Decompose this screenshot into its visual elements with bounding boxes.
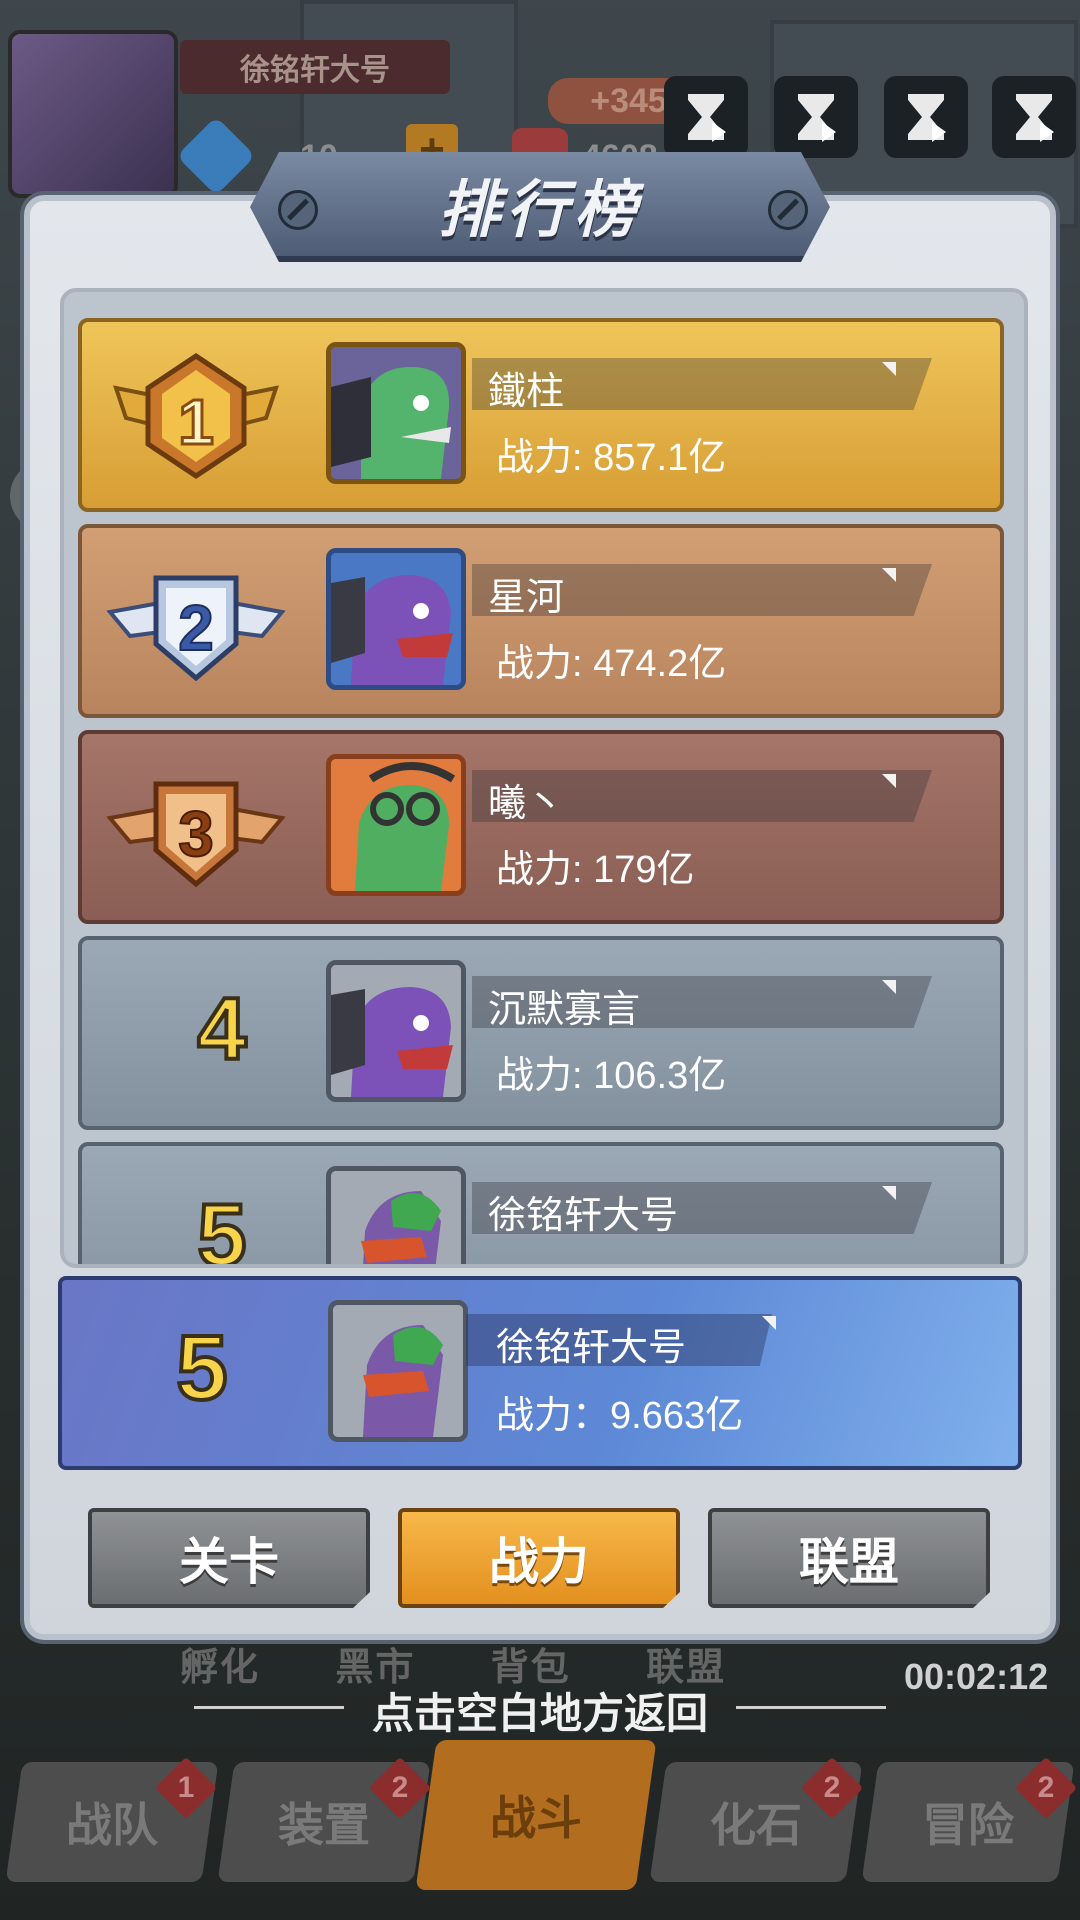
expand-triangle-icon: [882, 980, 896, 994]
player-power: 战力: 179亿: [496, 849, 695, 891]
ranking-row-1[interactable]: 1 鐵柱 战力: 857.1亿: [78, 318, 1004, 512]
speed-hourglass-button[interactable]: [774, 76, 858, 158]
nav-label: 冒险: [922, 1799, 1014, 1851]
self-name: 徐铭轩大号: [496, 1327, 687, 1369]
player-name: 徐铭轩大号: [180, 40, 450, 94]
rank-number: 4: [196, 977, 249, 1080]
player-power: 战力: 474.2亿: [496, 643, 727, 685]
player-name: 鐵柱: [488, 371, 565, 413]
svg-text:1: 1: [178, 386, 214, 458]
expand-triangle-icon: [882, 568, 896, 582]
expand-triangle-icon: [882, 1186, 896, 1200]
ranking-row-3[interactable]: 3 曦丶 战力: 179亿: [78, 730, 1004, 924]
purple-raptor-avatar[interactable]: [326, 960, 466, 1102]
speed-hourglass-button[interactable]: [664, 76, 748, 158]
ranking-title-banner: 排行榜: [250, 152, 830, 262]
nav-label: 战队: [66, 1799, 158, 1851]
hourglass-icon: [798, 94, 836, 142]
speed-hourglass-button[interactable]: [884, 76, 968, 158]
expand-triangle-icon: [762, 1316, 776, 1330]
return-hint: 点击空白地方返回: [371, 1690, 708, 1737]
player-power: 战力: 857.1亿: [496, 437, 727, 479]
hourglass-icon: [688, 94, 726, 142]
self-avatar[interactable]: [328, 1300, 468, 1442]
speed-hourglass-button[interactable]: [992, 76, 1076, 158]
tab-alliance[interactable]: 联盟: [708, 1508, 990, 1608]
player-name: 星河: [488, 577, 565, 619]
player-power: 战力: 106.3亿: [496, 1055, 727, 1097]
nav-battle[interactable]: 战斗: [415, 1740, 657, 1890]
ranking-row-5[interactable]: 5 徐铭轩大号: [78, 1142, 1004, 1268]
screw-icon: [768, 190, 808, 230]
ranking-row-4[interactable]: 4 沉默寡言 战力: 106.3亿: [78, 936, 1004, 1130]
notification-badge: 2: [368, 1756, 432, 1820]
self-ranking-row: 5 徐铭轩大号 战力：9.663亿: [58, 1276, 1022, 1470]
expand-triangle-icon: [882, 774, 896, 788]
notification-badge: 1: [154, 1756, 218, 1820]
svg-text:3: 3: [178, 798, 214, 870]
notification-badge: 2: [1014, 1756, 1078, 1820]
player-avatar[interactable]: [8, 30, 178, 198]
rank-number: 5: [196, 1183, 249, 1268]
tab-power[interactable]: 战力: [398, 1508, 680, 1608]
player-name: 沉默寡言: [488, 989, 641, 1031]
ranking-title: 排行榜: [437, 176, 642, 245]
self-rank-number: 5: [174, 1315, 229, 1421]
bronze-medal-icon: 3: [106, 781, 286, 888]
silver-medal-icon: 2: [106, 575, 286, 682]
nav-label: 装置: [278, 1799, 370, 1851]
tab-stage[interactable]: 关卡: [88, 1508, 370, 1608]
green-raptor-avatar[interactable]: [326, 342, 466, 484]
hourglass-icon: [1016, 94, 1054, 142]
screw-icon: [278, 190, 318, 230]
player-name: 曦丶: [488, 783, 565, 825]
ranking-list[interactable]: 1 鐵柱 战力: 857.1亿 2 星河 战力: 474.2亿 3 曦丶 战力:…: [60, 288, 1028, 1268]
nav-label: 化石: [710, 1799, 802, 1851]
hourglass-icon: [908, 94, 946, 142]
notification-badge: 2: [800, 1756, 864, 1820]
ranking-row-2[interactable]: 2 星河 战力: 474.2亿: [78, 524, 1004, 718]
nav-label: 战斗: [490, 1792, 582, 1844]
purple-raptor-avatar[interactable]: [326, 548, 466, 690]
orange-helmet-raptor-avatar[interactable]: [326, 1166, 466, 1264]
green-headset-raptor-avatar[interactable]: [326, 754, 466, 896]
gold-medal-icon: 1: [113, 352, 279, 480]
self-power: 战力：9.663亿: [496, 1395, 744, 1437]
expand-triangle-icon: [882, 362, 896, 376]
player-name: 徐铭轩大号: [488, 1195, 679, 1237]
divider: [736, 1706, 886, 1709]
svg-text:2: 2: [178, 592, 214, 664]
